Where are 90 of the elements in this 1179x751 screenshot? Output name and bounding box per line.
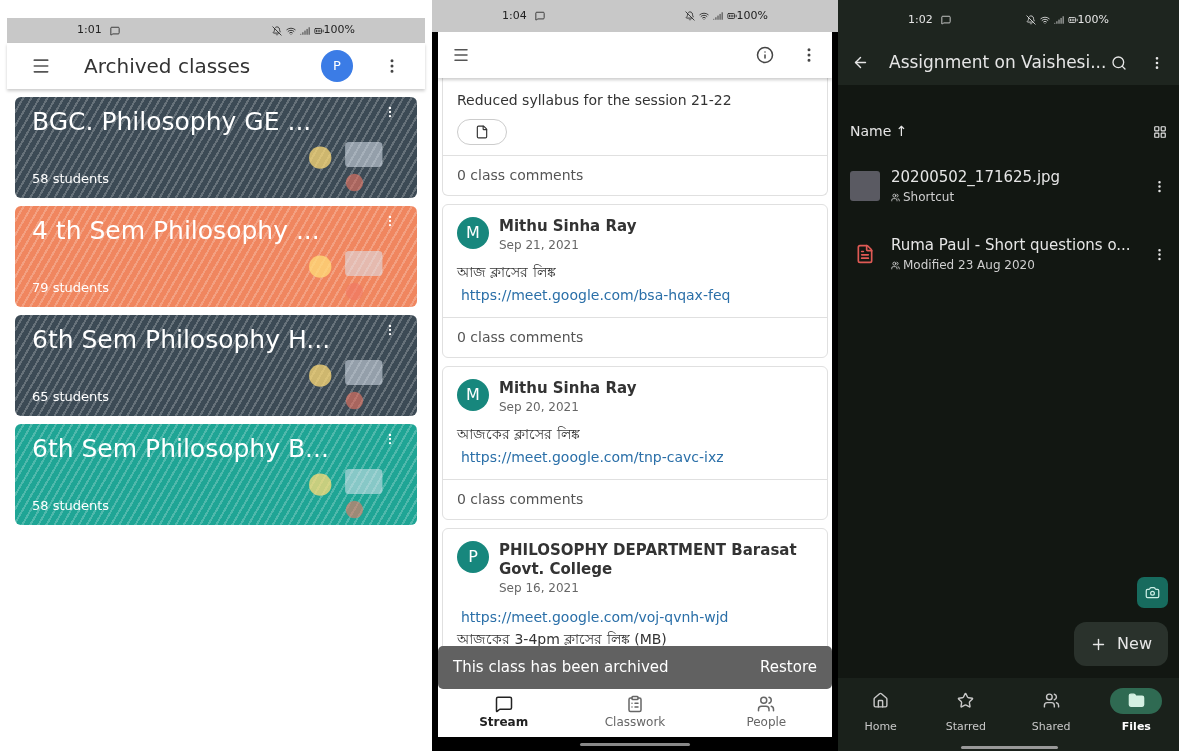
author-avatar: M [457,379,489,411]
file-icon [475,125,489,139]
nav-tab[interactable]: Shared [1016,687,1087,736]
author-avatar: P [457,541,489,573]
back-icon[interactable] [852,54,869,71]
menu-icon[interactable] [452,46,470,64]
screen-title: Archived classes [84,53,251,80]
class-name: 6th Sem Philosophy H... [32,325,331,355]
camera-button[interactable] [1137,577,1168,608]
post-date: Sep 16, 2021 [499,580,580,597]
menu-icon[interactable] [31,56,51,76]
student-count: 65 students [32,387,111,406]
status-time: 1:02 [908,11,933,28]
nav-tab[interactable]: Classwork [590,695,680,731]
wifi-icon [285,25,296,36]
folder-icon [1127,692,1145,710]
file-row[interactable]: Ruma Paul - Short questions o... Modified 23 Aug 2020 [838,220,1179,288]
mute-icon [271,25,282,36]
home-icon [872,692,890,710]
student-count: 58 students [32,496,111,515]
mute-icon [684,11,695,21]
folder-title: Assignment on Vaishesi... [889,50,1107,74]
stream-icon [494,695,513,713]
author-name: PHILOSOPHY DEPARTMENT Barasat Govt. College [499,541,798,579]
comments-link[interactable]: 0 class comments [443,479,827,519]
class-card[interactable]: BGC. Philosophy GE ... 58 students [15,97,417,198]
file-name: Ruma Paul - Short questions o... [891,234,1132,256]
account-avatar[interactable]: P [321,50,353,82]
class-card[interactable]: 6th Sem Philosophy H... 65 students [15,315,417,416]
signal-icon [1053,15,1064,25]
classwork-icon [626,695,644,713]
nav-tab[interactable]: Home [845,687,916,736]
signal-icon [712,11,723,21]
class-name: 4 th Sem Philosophy ... [32,216,320,246]
notification-icon [940,15,951,25]
battery-level: 100% [323,22,355,39]
snackbar-message: This class has been archived [453,657,669,679]
battery-icon [726,11,737,21]
meeting-link[interactable]: https://meet.google.com/voj-qvnh-wjd [457,609,729,625]
status-time: 1:01 [77,22,102,39]
post-text: Reduced syllabus for the session 21-22 [457,91,733,110]
notification-icon [534,11,545,21]
sort-button[interactable]: Name ↑ [850,121,908,142]
restore-button[interactable]: Restore [760,656,817,679]
post-date: Sep 21, 2021 [499,237,580,254]
status-time: 1:04 [502,7,527,24]
star-icon [957,692,975,710]
student-count: 58 students [32,169,111,188]
signal-icon [299,25,310,36]
pdf-icon [855,244,875,264]
wifi-icon [1039,15,1050,25]
battery-level: 100% [1077,11,1109,28]
battery-icon [313,25,324,36]
battery-level: 100% [736,7,768,24]
battery-icon [1067,15,1078,25]
search-icon[interactable] [1111,54,1127,71]
post-text: আজকের ক্লাসের লিঙ্ক [457,425,581,444]
info-icon[interactable] [756,46,774,64]
notification-icon [109,25,120,36]
class-name: 6th Sem Philosophy B... [32,434,329,464]
file-row[interactable]: 20200502_171625.jpg Shortcut [838,152,1179,220]
post-date: Sep 20, 2021 [499,399,580,416]
meeting-link[interactable]: https://meet.google.com/bsa-hqax-feq [457,287,731,303]
student-count: 79 students [32,278,111,297]
class-name: BGC. Philosophy GE ... [32,107,312,137]
meeting-link[interactable]: https://meet.google.com/tnp-cavc-ixz [457,449,724,465]
author-avatar: M [457,217,489,249]
nav-tab[interactable]: Stream [458,695,549,731]
file-detail: Shortcut [903,189,955,207]
author-name: Mithu Sinha Ray [499,217,637,236]
comments-link[interactable]: 0 class comments [443,317,827,357]
file-detail: Modified 23 Aug 2020 [903,257,1035,275]
people-icon [757,695,776,713]
comments-link[interactable]: 0 class comments [443,155,827,195]
wifi-icon [698,11,709,21]
image-thumbnail [850,171,880,201]
nav-tab[interactable]: Files [1101,687,1172,736]
shared-icon [1042,692,1060,710]
grid-view-icon[interactable] [1153,124,1167,139]
camera-icon [1145,585,1160,600]
shared-icon [891,260,900,270]
nav-tab[interactable]: People [721,695,812,731]
post-text: আজ ক্লাসের লিঙ্ক [457,263,557,282]
new-button[interactable]: New [1074,622,1168,666]
nav-tab[interactable]: Starred [930,687,1001,736]
mute-icon [1025,15,1036,25]
shared-icon [891,192,900,202]
post-text: আজকের 3-4pm ক্লাসের লিঙ্ক (MB) [457,630,668,649]
file-name: 20200502_171625.jpg [891,166,1062,188]
author-name: Mithu Sinha Ray [499,379,637,398]
